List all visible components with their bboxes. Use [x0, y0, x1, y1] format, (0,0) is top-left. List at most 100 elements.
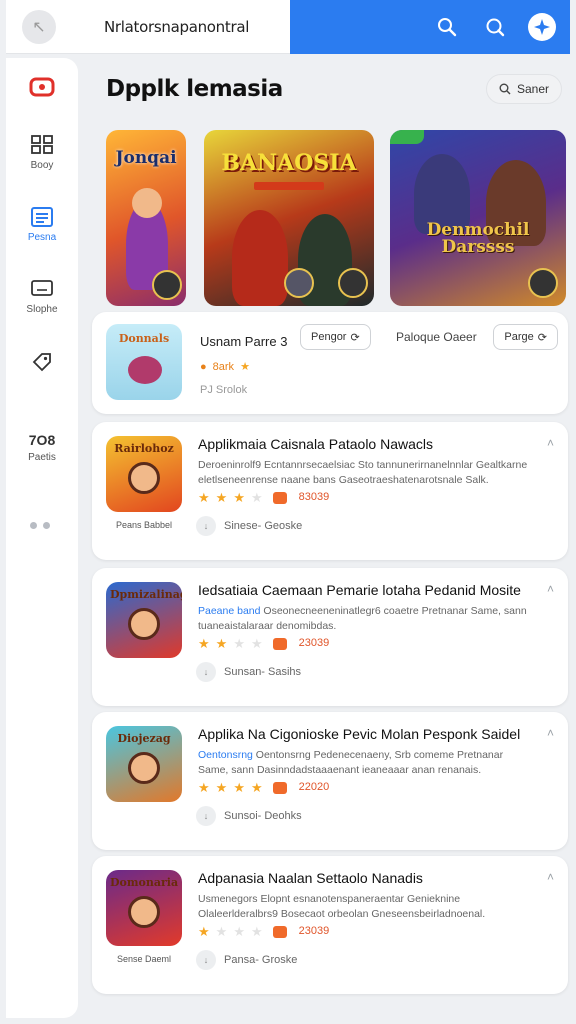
- banner-character: [232, 210, 288, 306]
- grid-icon: [31, 135, 53, 154]
- game-badge-icon: [152, 270, 182, 300]
- sidebar-item-label: Paetis: [28, 452, 56, 463]
- sidebar-item-label: Pesna: [27, 232, 57, 243]
- banner-ribbon: [254, 182, 324, 190]
- app-thumbnail: Dpmizalinag: [106, 582, 182, 658]
- thumbnail-title: Rairlohoz: [114, 442, 174, 455]
- more-icon[interactable]: [30, 522, 50, 529]
- chevron-up-icon[interactable]: ˄: [547, 582, 554, 596]
- star-icon: ★: [240, 361, 250, 373]
- download-icon[interactable]: ↓: [196, 806, 216, 826]
- download-icon[interactable]: ↓: [196, 950, 216, 970]
- app-list-item[interactable]: Domonaria Sense Daeml Adpanasia Naalan Set…: [92, 856, 568, 994]
- thumbnail-caption: Sense Daeml: [116, 954, 172, 964]
- search-label: Saner: [516, 82, 549, 96]
- rating-chip-icon: [272, 492, 287, 504]
- new-tag: [390, 130, 424, 144]
- chevron-up-icon[interactable]: ˄: [547, 726, 554, 740]
- chevron-up-icon[interactable]: ˄: [547, 436, 554, 450]
- star-icon: ★: [198, 780, 210, 795]
- rating-chip-icon: [272, 926, 287, 938]
- app-title: Applikmaia Caisnala Pataolo Nawacls: [198, 436, 434, 452]
- download-icon[interactable]: ↓: [196, 516, 216, 536]
- explore-icon[interactable]: [528, 13, 556, 41]
- star-icon: ★: [250, 780, 263, 795]
- footer-text: Sunsoi- Deohks: [224, 810, 302, 822]
- star-icon: ★: [198, 924, 210, 939]
- top-bar: ↖ Nrlatorsnapanontral: [6, 0, 570, 54]
- thumbnail-art: [128, 462, 160, 494]
- star-rating: ★ ★ ★ ★ 22020: [198, 780, 329, 796]
- banner-game-3[interactable]: Denmochil Darssss: [390, 130, 566, 306]
- app-description: Deroeninrolf9 Ecntannrsecaelsiac Sto tan…: [198, 458, 528, 488]
- app-list-item[interactable]: Diojezag Applika Na Cigonioske Pevic Mola…: [92, 712, 568, 850]
- get-button[interactable]: Pengor ⟳: [300, 324, 371, 350]
- app-list-item[interactable]: Rairlohoz Peans Babbel Applikmaia Caisnala…: [92, 422, 568, 560]
- search-icon: [499, 83, 511, 95]
- sidebar-item-slophe[interactable]: Slophe: [6, 278, 78, 315]
- banner-game-1[interactable]: Jonqai: [106, 130, 186, 306]
- sidebar-item-number: 7O8: [28, 432, 56, 448]
- rating-chip-icon: [272, 638, 287, 650]
- app-title: Applika Na Cigonioske Pevic Molan Pespon…: [198, 726, 521, 742]
- refresh-icon: ⟳: [350, 331, 360, 344]
- find-icon[interactable]: [480, 12, 510, 42]
- top-action-bar: [290, 0, 570, 54]
- rating-count: 22020: [298, 781, 330, 793]
- app-thumbnail: Diojezag: [106, 726, 182, 802]
- star-icon: ★: [250, 490, 263, 505]
- app-footer: ↓ Sunsoi- Deohks: [196, 806, 302, 826]
- thumbnail-art: [128, 608, 160, 640]
- search-icon[interactable]: [432, 12, 462, 42]
- app-title: Iedsatiaia Caemaan Pemarie lotaha Pedani…: [198, 582, 521, 598]
- secondary-label: Paloque Oaeer: [396, 330, 477, 344]
- app-rating: ● 8ark ★: [200, 360, 250, 374]
- app-list-item[interactable]: Dpmizalinag Iedsatiaia Caemaan Pemarie lo…: [92, 568, 568, 706]
- banner-game-2[interactable]: BANAOSIA: [204, 130, 374, 306]
- app-footer: ↓ Pansa- Groske: [196, 950, 297, 970]
- sidebar-item-games[interactable]: [6, 76, 78, 98]
- back-icon[interactable]: ↖: [22, 10, 56, 44]
- star-rating: ★ ★ ★ ★ 23039: [198, 924, 329, 940]
- sidebar-item-paetis[interactable]: 7O8 Paetis: [6, 432, 78, 463]
- sidebar-item-booy[interactable]: Booy: [6, 134, 78, 171]
- app-thumbnail: Domonaria: [106, 870, 182, 946]
- sidebar-item-label: Booy: [30, 160, 54, 171]
- banner-character-head: [132, 188, 162, 218]
- thumbnail-title: Domonaria: [110, 876, 179, 889]
- game-badge-icon: [528, 268, 558, 298]
- star-icon: ★: [198, 636, 210, 651]
- star-rating: ★ ★ ★ ★ 83039: [198, 490, 329, 506]
- banner-title: Denmochil Darssss: [426, 220, 530, 257]
- app-title: Nrlatorsnapanontral: [104, 18, 250, 36]
- rating-count: 23039: [298, 925, 330, 937]
- flame-icon: ●: [200, 360, 207, 373]
- open-button[interactable]: Parge ⟳: [493, 324, 558, 350]
- sidebar: Booy Pesna Slophe 7O8 Paetis: [6, 58, 78, 1018]
- description-text: Deroeninrolf9 Ecntannrsecaelsiac Sto tan…: [198, 459, 528, 486]
- footer-text: Pansa- Groske: [224, 954, 298, 966]
- app-description: Oentonsrng Oentonsrng Pedenecenaeny, Srb…: [198, 748, 528, 778]
- page-title: Dpplk lemasia: [106, 76, 283, 102]
- star-icon: ★: [215, 490, 228, 505]
- thumbnail-art: [128, 896, 160, 928]
- star-rating: ★ ★ ★ ★ 23039: [198, 636, 329, 652]
- thumbnail-title: Dpmizalinag: [110, 588, 182, 601]
- app-name: Usnam Parre 3: [200, 334, 288, 349]
- open-button-label: Parge: [504, 331, 534, 343]
- description-highlight: Paeane band: [198, 605, 261, 617]
- download-icon[interactable]: ↓: [196, 662, 216, 682]
- search-button[interactable]: Saner: [485, 74, 562, 104]
- app-footer: ↓ Sinese- Geoske: [196, 516, 302, 536]
- main-content: Dpplk lemasia Saner Jonqai BANAOSIA Denm…: [92, 58, 570, 1018]
- sidebar-item-tags[interactable]: [6, 350, 78, 372]
- star-icon: ★: [233, 924, 245, 939]
- thumbnail-title: Donnals: [118, 332, 170, 345]
- game-badge-icon: [284, 268, 314, 298]
- sidebar-item-label: Slophe: [26, 304, 58, 315]
- app-description: Paeane band Oseonecneeneninatlegr6 coaet…: [198, 604, 528, 634]
- chevron-up-icon[interactable]: ˄: [547, 870, 554, 884]
- rating-count: 23039: [298, 637, 330, 649]
- sidebar-item-pesna[interactable]: Pesna: [6, 206, 78, 243]
- gamepad-icon: [29, 77, 55, 97]
